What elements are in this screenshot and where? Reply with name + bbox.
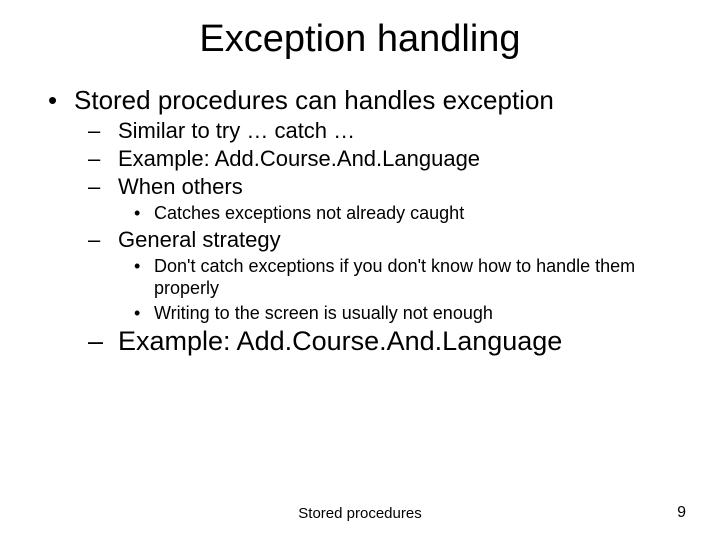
- sub-2: Example: Add.Course.And.Language: [88, 146, 680, 172]
- bullet-list: Stored procedures can handles exception …: [48, 85, 680, 357]
- subsub-4: Don't catch exceptions if you don't know…: [118, 255, 680, 325]
- subsub-4b: Writing to the screen is usually not eno…: [134, 302, 680, 325]
- page-number: 9: [677, 504, 686, 522]
- slide: Exception handling Stored procedures can…: [0, 0, 720, 540]
- sub-5: Example: Add.Course.And.Language: [88, 326, 680, 357]
- sub-4-text: General strategy: [118, 227, 281, 252]
- slide-title: Exception handling: [40, 18, 680, 61]
- sub-1: Similar to try … catch …: [88, 118, 680, 144]
- sub-3-text: When others: [118, 174, 243, 199]
- bullet-1: Stored procedures can handles exception …: [48, 85, 680, 357]
- sub-3: When others Catches exceptions not alrea…: [88, 174, 680, 225]
- footer-text: Stored procedures: [0, 505, 720, 522]
- bullet-1-text: Stored procedures can handles exception: [74, 85, 554, 115]
- subsub-4a: Don't catch exceptions if you don't know…: [134, 255, 680, 300]
- subsub-3a: Catches exceptions not already caught: [134, 202, 680, 225]
- subsub-3: Catches exceptions not already caught: [118, 202, 680, 225]
- sublist-1: Similar to try … catch … Example: Add.Co…: [74, 118, 680, 357]
- sub-4: General strategy Don't catch exceptions …: [88, 227, 680, 325]
